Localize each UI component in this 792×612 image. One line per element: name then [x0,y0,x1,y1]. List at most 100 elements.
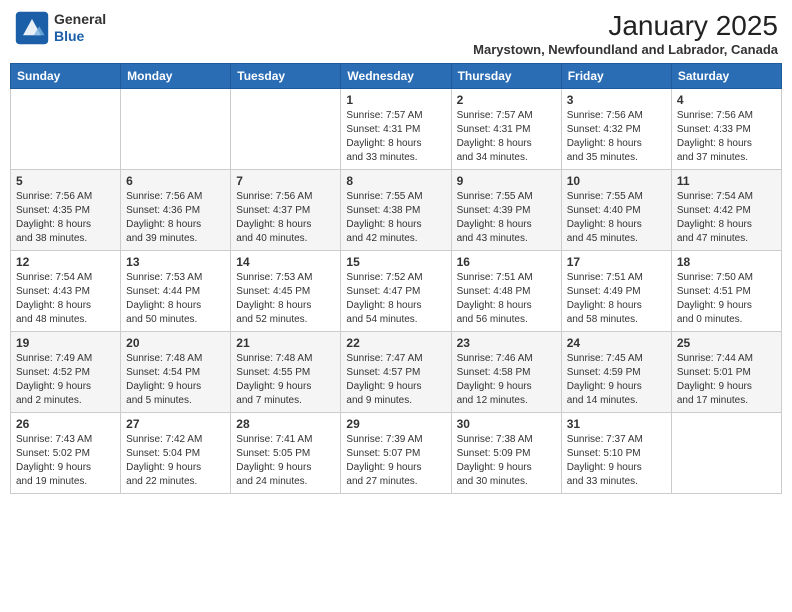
day-number: 2 [457,93,556,107]
weekday-header-row: SundayMondayTuesdayWednesdayThursdayFrid… [11,64,782,89]
day-info: Sunrise: 7:55 AM Sunset: 4:40 PM Dayligh… [567,190,666,246]
day-cell: 13Sunrise: 7:53 AM Sunset: 4:44 PM Dayli… [121,251,231,332]
location-title: Marystown, Newfoundland and Labrador, Ca… [473,42,778,57]
day-number: 22 [346,336,445,350]
day-info: Sunrise: 7:37 AM Sunset: 5:10 PM Dayligh… [567,433,666,489]
day-number: 28 [236,417,335,431]
day-info: Sunrise: 7:49 AM Sunset: 4:52 PM Dayligh… [16,352,115,408]
day-info: Sunrise: 7:55 AM Sunset: 4:38 PM Dayligh… [346,190,445,246]
day-cell: 10 Sunrise: 7:55 AM Sunset: 4:40 PM Dayli… [561,170,671,251]
day-number: 27 [126,417,225,431]
day-cell: 5Sunrise: 7:56 AM Sunset: 4:35 PM Daylig… [11,170,121,251]
day-cell [11,89,121,170]
day-cell: 19Sunrise: 7:49 AM Sunset: 4:52 PM Dayli… [11,332,121,413]
day-number: 20 [126,336,225,350]
day-info: Sunrise: 7:42 AM Sunset: 5:04 PM Dayligh… [126,433,225,489]
day-cell [231,89,341,170]
day-cell: 30Sunrise: 7:38 AM Sunset: 5:09 PM Dayli… [451,413,561,494]
day-number: 7 [236,174,335,188]
day-number: 21 [236,336,335,350]
day-info: Sunrise: 7:50 AM Sunset: 4:51 PM Dayligh… [677,271,776,327]
day-info: Sunrise: 7:47 AM Sunset: 4:57 PM Dayligh… [346,352,445,408]
day-number: 30 [457,417,556,431]
day-info: Sunrise: 7:57 AM Sunset: 4:31 PM Dayligh… [457,109,556,165]
day-info: Sunrise: 7:56 AM Sunset: 4:32 PM Dayligh… [567,109,666,165]
day-info: Sunrise: 7:56 AM Sunset: 4:37 PM Dayligh… [236,190,335,246]
day-cell: 9 Sunrise: 7:55 AM Sunset: 4:39 PM Daylig… [451,170,561,251]
weekday-header-tuesday: Tuesday [231,64,341,89]
weekday-header-friday: Friday [561,64,671,89]
day-number: 18 [677,255,776,269]
day-cell: 16Sunrise: 7:51 AM Sunset: 4:48 PM Dayli… [451,251,561,332]
day-number: 11 [677,174,776,188]
day-number: 5 [16,174,115,188]
week-row-3: 12 Sunrise: 7:54 AM Sunset: 4:43 PM Dayli… [11,251,782,332]
day-cell: 3 Sunrise: 7:56 AM Sunset: 4:32 PM Daylig… [561,89,671,170]
day-info: Sunrise: 7:41 AM Sunset: 5:05 PM Dayligh… [236,433,335,489]
day-info: Sunrise: 7:57 AM Sunset: 4:31 PM Dayligh… [346,109,445,165]
day-info: Sunrise: 7:48 AM Sunset: 4:55 PM Dayligh… [236,352,335,408]
day-cell: 21 Sunrise: 7:48 AM Sunset: 4:55 PM Dayli… [231,332,341,413]
day-cell: 27 Sunrise: 7:42 AM Sunset: 5:04 PM Dayli… [121,413,231,494]
weekday-header-wednesday: Wednesday [341,64,451,89]
day-cell: 4 Sunrise: 7:56 AM Sunset: 4:33 PM Daylig… [671,89,781,170]
day-number: 25 [677,336,776,350]
logo-text: General Blue [54,11,106,45]
day-number: 29 [346,417,445,431]
day-cell: 2 Sunrise: 7:57 AM Sunset: 4:31 PM Daylig… [451,89,561,170]
day-info: Sunrise: 7:56 AM Sunset: 4:36 PM Dayligh… [126,190,225,246]
day-number: 12 [16,255,115,269]
day-info: Sunrise: 7:48 AM Sunset: 4:54 PM Dayligh… [126,352,225,408]
week-row-4: 19Sunrise: 7:49 AM Sunset: 4:52 PM Dayli… [11,332,782,413]
day-number: 15 [346,255,445,269]
day-cell: 1 Sunrise: 7:57 AM Sunset: 4:31 PM Daylig… [341,89,451,170]
day-cell: 18 Sunrise: 7:50 AM Sunset: 4:51 PM Dayli… [671,251,781,332]
day-number: 8 [346,174,445,188]
day-cell: 29Sunrise: 7:39 AM Sunset: 5:07 PM Dayli… [341,413,451,494]
day-cell: 6Sunrise: 7:56 AM Sunset: 4:36 PM Daylig… [121,170,231,251]
title-block: January 2025 Marystown, Newfoundland and… [473,10,778,57]
day-info: Sunrise: 7:51 AM Sunset: 4:49 PM Dayligh… [567,271,666,327]
weekday-header-saturday: Saturday [671,64,781,89]
weekday-header-sunday: Sunday [11,64,121,89]
day-cell: 26Sunrise: 7:43 AM Sunset: 5:02 PM Dayli… [11,413,121,494]
day-cell: 28 Sunrise: 7:41 AM Sunset: 5:05 PM Dayli… [231,413,341,494]
logo: General Blue [14,10,106,46]
week-row-1: 1 Sunrise: 7:57 AM Sunset: 4:31 PM Daylig… [11,89,782,170]
day-cell: 14 Sunrise: 7:53 AM Sunset: 4:45 PM Dayli… [231,251,341,332]
day-info: Sunrise: 7:44 AM Sunset: 5:01 PM Dayligh… [677,352,776,408]
day-number: 14 [236,255,335,269]
day-info: Sunrise: 7:54 AM Sunset: 4:42 PM Dayligh… [677,190,776,246]
day-cell [121,89,231,170]
day-info: Sunrise: 7:55 AM Sunset: 4:39 PM Dayligh… [457,190,556,246]
day-cell: 8 Sunrise: 7:55 AM Sunset: 4:38 PM Daylig… [341,170,451,251]
day-info: Sunrise: 7:52 AM Sunset: 4:47 PM Dayligh… [346,271,445,327]
logo-icon [14,10,50,46]
day-cell: 7 Sunrise: 7:56 AM Sunset: 4:37 PM Daylig… [231,170,341,251]
day-info: Sunrise: 7:53 AM Sunset: 4:45 PM Dayligh… [236,271,335,327]
day-cell: 11 Sunrise: 7:54 AM Sunset: 4:42 PM Dayli… [671,170,781,251]
day-number: 3 [567,93,666,107]
day-info: Sunrise: 7:56 AM Sunset: 4:33 PM Dayligh… [677,109,776,165]
weekday-header-thursday: Thursday [451,64,561,89]
day-info: Sunrise: 7:46 AM Sunset: 4:58 PM Dayligh… [457,352,556,408]
day-cell: 17Sunrise: 7:51 AM Sunset: 4:49 PM Dayli… [561,251,671,332]
day-number: 9 [457,174,556,188]
calendar-table: SundayMondayTuesdayWednesdayThursdayFrid… [10,63,782,494]
day-number: 16 [457,255,556,269]
day-info: Sunrise: 7:53 AM Sunset: 4:44 PM Dayligh… [126,271,225,327]
day-info: Sunrise: 7:43 AM Sunset: 5:02 PM Dayligh… [16,433,115,489]
day-number: 31 [567,417,666,431]
week-row-5: 26Sunrise: 7:43 AM Sunset: 5:02 PM Dayli… [11,413,782,494]
day-cell: 15 Sunrise: 7:52 AM Sunset: 4:47 PM Dayli… [341,251,451,332]
day-number: 23 [457,336,556,350]
day-cell: 25 Sunrise: 7:44 AM Sunset: 5:01 PM Dayli… [671,332,781,413]
day-info: Sunrise: 7:54 AM Sunset: 4:43 PM Dayligh… [16,271,115,327]
day-number: 4 [677,93,776,107]
day-cell: 31 Sunrise: 7:37 AM Sunset: 5:10 PM Dayli… [561,413,671,494]
day-number: 1 [346,93,445,107]
day-number: 10 [567,174,666,188]
week-row-2: 5Sunrise: 7:56 AM Sunset: 4:35 PM Daylig… [11,170,782,251]
day-cell: 24Sunrise: 7:45 AM Sunset: 4:59 PM Dayli… [561,332,671,413]
day-cell: 22 Sunrise: 7:47 AM Sunset: 4:57 PM Dayli… [341,332,451,413]
